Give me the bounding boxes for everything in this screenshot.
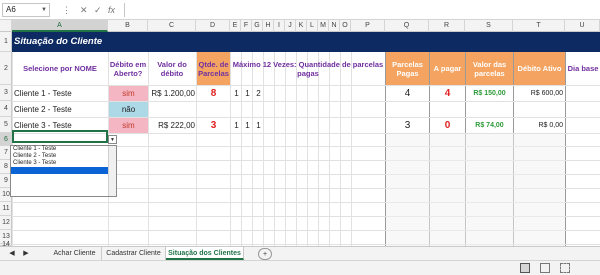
column-header-t[interactable]: T — [513, 20, 565, 32]
column-header-p[interactable]: P — [351, 20, 385, 32]
paid-mark[interactable]: 2 — [253, 85, 264, 101]
paid-mark[interactable]: 1 — [242, 117, 253, 133]
column-header-n[interactable]: N — [329, 20, 340, 32]
column-header-b[interactable]: B — [108, 20, 148, 32]
dropdown-item[interactable]: Cliente 2 - Teste — [11, 153, 116, 160]
debit-open-value[interactable]: sim — [109, 118, 148, 133]
confirm-icon[interactable]: ✓ — [94, 3, 102, 17]
row-header-3[interactable]: 3 — [0, 85, 12, 101]
paid-mark[interactable]: 1 — [253, 117, 264, 133]
chevron-down-icon[interactable]: ▼ — [41, 4, 47, 16]
column-header-h[interactable]: H — [263, 20, 274, 32]
column-header-c[interactable]: C — [148, 20, 196, 32]
header-value-debit: Valor do débito — [157, 59, 187, 78]
installment-value[interactable]: R$ 150,00 — [466, 85, 513, 101]
column-header-k[interactable]: K — [296, 20, 307, 32]
name-box[interactable]: A6 ▼ — [2, 3, 50, 17]
debit-value[interactable]: R$ 1.200,00 — [149, 85, 195, 101]
more-options-icon[interactable]: ⋮ — [62, 3, 71, 17]
a-pagar-value[interactable]: 0 — [430, 117, 465, 133]
qty-parcelas-value[interactable]: 8 — [197, 85, 230, 101]
paid-mark[interactable]: 1 — [231, 85, 242, 101]
debit-open-value[interactable]: não — [109, 102, 148, 117]
normal-view-icon[interactable] — [520, 263, 530, 273]
tab-situacao-clientes[interactable]: Situação dos Clientes — [166, 247, 244, 260]
dropdown-item[interactable]: Cliente 1 - Teste — [11, 146, 116, 153]
paid-mark[interactable]: 1 — [231, 117, 242, 133]
dropdown-item-highlighted[interactable] — [11, 167, 116, 174]
next-sheet-icon[interactable]: ▶ — [20, 247, 32, 260]
summary-empty-area — [386, 134, 565, 246]
client-name[interactable]: Cliente 1 - Teste — [14, 85, 72, 101]
row-headers: 1 2 3 4 5 6 7 8 9 10 11 12 13 14 — [0, 32, 12, 248]
name-box-value: A6 — [6, 5, 16, 14]
column-header-i[interactable]: I — [274, 20, 285, 32]
column-header-u[interactable]: U — [565, 20, 600, 32]
prev-sheet-icon[interactable]: ◀ — [6, 247, 18, 260]
paid-mark[interactable]: 1 — [242, 85, 253, 101]
active-cell[interactable] — [12, 130, 108, 143]
row-header-4[interactable]: 4 — [0, 101, 12, 117]
column-header-f[interactable]: F — [241, 20, 252, 32]
column-header-s[interactable]: S — [465, 20, 513, 32]
column-header-e[interactable]: E — [230, 20, 241, 32]
function-icon[interactable]: fx — [108, 3, 115, 17]
client-dropdown-list[interactable]: Cliente 1 - Teste Cliente 2 - Teste Clie… — [10, 145, 117, 197]
header-valor-parcelas: Valor das parcelas — [466, 52, 513, 85]
select-all-corner[interactable] — [0, 20, 12, 32]
chevron-down-icon[interactable]: ▼ — [108, 135, 117, 144]
column-header-g[interactable]: G — [252, 20, 263, 32]
sheet-title: Situação do Cliente — [14, 36, 103, 47]
column-header-j[interactable]: J — [285, 20, 296, 32]
column-header-m[interactable]: M — [318, 20, 329, 32]
column-header-o[interactable]: O — [340, 20, 351, 32]
column-header-d[interactable]: D — [196, 20, 230, 32]
page-layout-icon[interactable] — [540, 263, 550, 273]
header-parcelas-pagas: Parcelas Pagas — [386, 52, 429, 85]
installment-value[interactable]: R$ 74,00 — [466, 117, 513, 133]
column-header-q[interactable]: Q — [385, 20, 429, 32]
header-select-name: Selecione por NOME — [23, 64, 97, 73]
row-header-2[interactable]: 2 — [0, 52, 12, 85]
header-qty-parcelas: Qtde. de Parcelas — [197, 52, 230, 85]
row-header-1[interactable]: 1 — [0, 32, 12, 52]
row-header-11[interactable]: 11 — [0, 202, 12, 216]
dropdown-item[interactable]: Cliente 3 - Teste — [11, 160, 116, 167]
debit-open-value[interactable]: sim — [109, 86, 148, 101]
sheet-tabs-bar: ◀ ▶ Achar Cliente Cadastrar Cliente Situ… — [0, 246, 600, 260]
a-pagar-value[interactable]: 4 — [430, 85, 465, 101]
dropdown-scrollbar[interactable] — [108, 146, 116, 196]
active-debt-value[interactable]: R$ 0,00 — [514, 117, 563, 133]
qty-parcelas-value[interactable]: 3 — [197, 117, 230, 133]
page-break-icon[interactable] — [560, 263, 570, 273]
header-debito-ativo: Débito Ativo — [514, 52, 565, 85]
column-headers: A B C D E F G H I J K L M N O P Q R S T … — [0, 20, 600, 32]
column-header-l[interactable]: L — [307, 20, 318, 32]
row-header-5[interactable]: 5 — [0, 117, 12, 133]
parcelas-pagas-value[interactable]: 3 — [386, 117, 429, 133]
header-max-parcelas: Máximo 12 Vezes: Quantidade de parcelas … — [232, 59, 384, 78]
header-debit-open: Débito em Aberto? — [109, 59, 147, 78]
status-bar — [0, 260, 600, 275]
add-sheet-button[interactable]: + — [258, 248, 272, 260]
formula-bar: A6 ▼ ⋮ ✕ ✓ fx — [0, 0, 600, 20]
cancel-icon[interactable]: ✕ — [80, 3, 88, 17]
tab-achar-cliente[interactable]: Achar Cliente — [48, 247, 102, 260]
client-name[interactable]: Cliente 2 - Teste — [14, 101, 72, 117]
active-debt-value[interactable]: R$ 600,00 — [514, 85, 563, 101]
debit-value[interactable]: R$ 222,00 — [149, 117, 195, 133]
column-header-r[interactable]: R — [429, 20, 465, 32]
formula-input[interactable] — [124, 3, 598, 17]
header-dia-base: Dia base — [567, 64, 599, 73]
column-header-a[interactable]: A — [12, 20, 108, 32]
parcelas-pagas-value[interactable]: 4 — [386, 85, 429, 101]
header-a-pagar: A pagar — [430, 52, 465, 85]
row-header-12[interactable]: 12 — [0, 216, 12, 230]
tab-cadastrar-cliente[interactable]: Cadastrar Cliente — [102, 247, 166, 260]
